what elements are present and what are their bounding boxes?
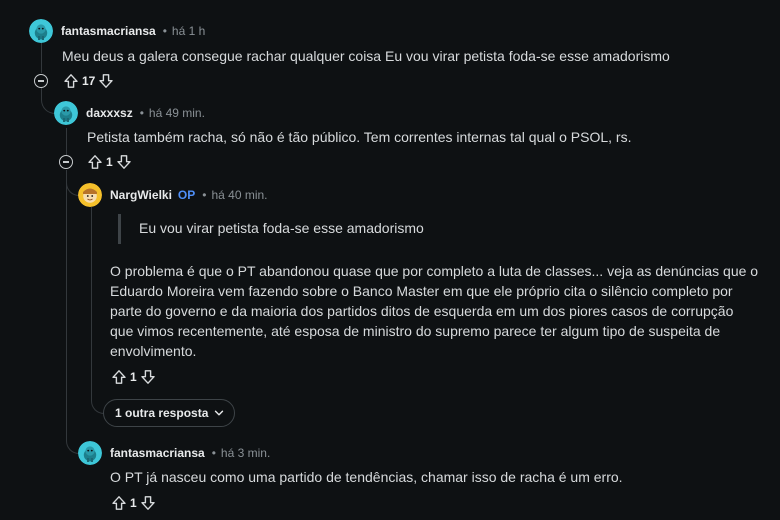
- upvote-icon[interactable]: [87, 154, 103, 170]
- downvote-icon[interactable]: [140, 369, 156, 385]
- snoo-avatar-icon: [78, 183, 102, 207]
- upvote-icon[interactable]: [111, 369, 127, 385]
- vote-count: 1: [130, 496, 137, 510]
- vote-bar: 1: [111, 493, 156, 513]
- comment-body-line: parte do governo e da maioria dos partid…: [110, 303, 734, 319]
- comment-time[interactable]: há 1 h: [172, 24, 205, 38]
- chevron-down-icon: [215, 410, 224, 416]
- avatar[interactable]: [54, 101, 78, 125]
- separator: •: [162, 24, 167, 38]
- comment-body-line: que vimos recentemente, até esposa de mi…: [110, 323, 721, 339]
- vote-bar: 1: [87, 152, 132, 172]
- more-replies-button[interactable]: 1 outra resposta: [103, 399, 236, 427]
- more-replies-label: 1 outra resposta: [115, 406, 209, 420]
- downvote-icon[interactable]: [140, 495, 156, 511]
- comment-meta: fantasmacriansa • há 1 h: [61, 24, 205, 38]
- blockquote-bar: [118, 214, 121, 244]
- upvote-icon[interactable]: [63, 73, 79, 89]
- vote-count: 1: [130, 370, 137, 384]
- comment-meta: fantasmacriansa • há 3 min.: [110, 446, 270, 460]
- comment-body-line: envolvimento.: [110, 343, 197, 359]
- comment-body-line: Eduardo Moreira vem fazendo sobre o Banc…: [110, 283, 733, 299]
- collapse-thread-button[interactable]: [34, 74, 48, 88]
- avatar[interactable]: [78, 441, 102, 465]
- avatar[interactable]: [29, 19, 53, 43]
- op-badge: OP: [177, 188, 196, 202]
- comment-body: Meu deus a galera consegue rachar qualqu…: [62, 48, 670, 64]
- thread-line-reply-1[interactable]: [66, 128, 67, 155]
- avatar[interactable]: [78, 183, 102, 207]
- comment-author[interactable]: fantasmacriansa: [110, 446, 205, 460]
- comment-meta: NargWielki OP • há 40 min.: [110, 188, 268, 202]
- comment-body: Petista também racha, só não é tão públi…: [87, 129, 632, 145]
- vote-count: 1: [106, 155, 113, 169]
- thread-curve-more: [91, 207, 104, 414]
- downvote-icon[interactable]: [98, 73, 114, 89]
- vote-bar: 1: [111, 367, 156, 387]
- thread-line-reply-1-lower[interactable]: [66, 170, 67, 440]
- comment-body-line: O problema é que o PT abandonou quase qu…: [110, 263, 759, 279]
- separator: •: [139, 106, 144, 120]
- separator: •: [211, 446, 216, 460]
- downvote-icon[interactable]: [116, 154, 132, 170]
- collapse-thread-button[interactable]: [59, 155, 73, 169]
- snoo-avatar-icon: [29, 19, 53, 43]
- comment-meta: daxxxsz • há 49 min.: [86, 106, 205, 120]
- comment-author[interactable]: NargWielki: [110, 188, 172, 202]
- upvote-icon[interactable]: [111, 495, 127, 511]
- thread-curve-reply-3: [66, 430, 79, 454]
- vote-count: 17: [82, 74, 96, 88]
- thread-line-root[interactable]: [41, 42, 42, 73]
- comment-time[interactable]: há 40 min.: [211, 188, 267, 202]
- separator: •: [202, 188, 207, 202]
- thread-curve-reply-2: [66, 170, 79, 196]
- comment-time[interactable]: há 49 min.: [149, 106, 205, 120]
- snoo-avatar-icon: [54, 101, 78, 125]
- comment-author[interactable]: fantasmacriansa: [61, 24, 156, 38]
- snoo-avatar-icon: [78, 441, 102, 465]
- comment-author[interactable]: daxxxsz: [86, 106, 133, 120]
- comment-body: O PT já nasceu como uma partido de tendê…: [110, 469, 623, 485]
- comment-time[interactable]: há 3 min.: [221, 446, 270, 460]
- blockquote-text: Eu vou virar petista foda-se esse amador…: [139, 220, 424, 236]
- vote-bar: 17: [63, 71, 114, 91]
